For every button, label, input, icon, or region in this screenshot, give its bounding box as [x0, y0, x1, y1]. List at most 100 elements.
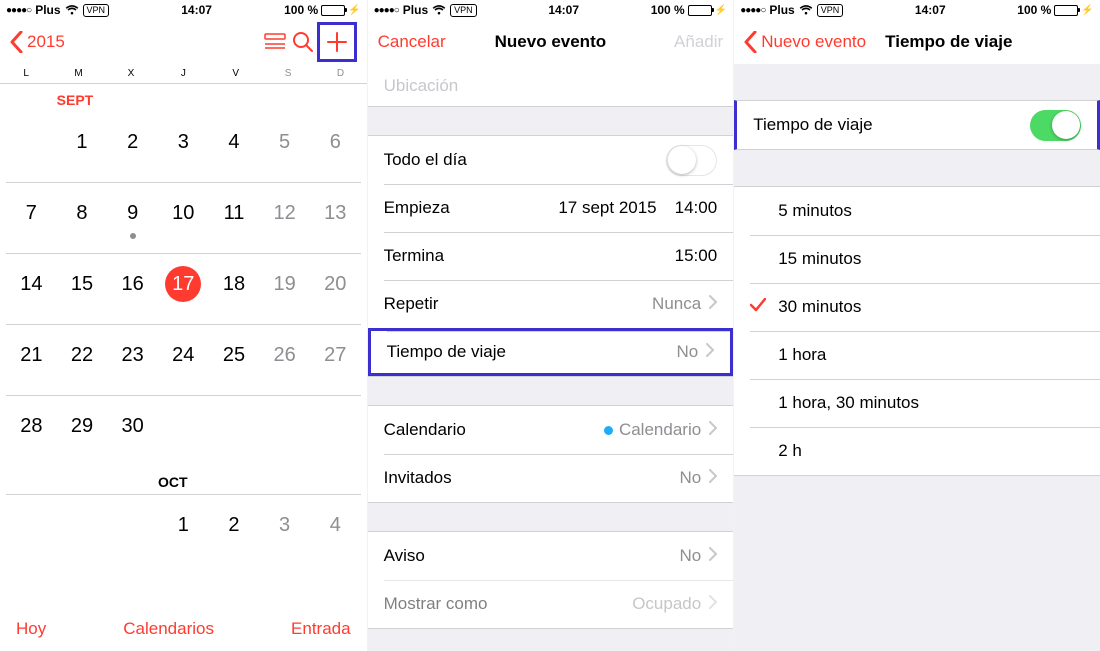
calendar-day[interactable]: 15	[57, 254, 108, 324]
calendar-day[interactable]: 26	[259, 325, 310, 395]
all-day-label: Todo el día	[384, 150, 667, 170]
location-field[interactable]: Ubicación	[368, 64, 734, 107]
travel-option-row[interactable]: 1 hora	[734, 331, 1100, 379]
signal-dots-icon: ●●●●○	[374, 5, 399, 16]
calendar-day[interactable]: 4	[209, 112, 260, 182]
calendar-day[interactable]: 10	[158, 183, 209, 253]
calendar-day[interactable]: 1	[57, 112, 108, 182]
repeat-row[interactable]: Repetir Nunca	[368, 280, 734, 328]
wifi-icon	[432, 5, 446, 15]
signal-dots-icon: ●●●●○	[740, 5, 765, 16]
event-form[interactable]: Ubicación Todo el día Empieza 17 sept 20…	[368, 64, 734, 651]
dow-cell: X	[105, 64, 157, 83]
calendar-day[interactable]: 30	[107, 396, 158, 466]
calendar-day[interactable]: 6	[310, 112, 361, 182]
calendar-day[interactable]: 24	[158, 325, 209, 395]
starts-time: 14:00	[675, 198, 718, 218]
calendar-day[interactable]: 4	[310, 495, 361, 565]
inbox-button[interactable]: Entrada	[291, 619, 351, 639]
bottom-toolbar: Hoy Calendarios Entrada	[0, 607, 367, 651]
alert-label: Aviso	[384, 546, 680, 566]
calendar-day[interactable]: 8	[57, 183, 108, 253]
add-button[interactable]: Añadir	[674, 32, 723, 52]
calendar-day[interactable]: 18	[209, 254, 260, 324]
starts-row[interactable]: Empieza 17 sept 2015 14:00	[368, 184, 734, 232]
calendar-day[interactable]: 12	[259, 183, 310, 253]
view-mode-button[interactable]	[261, 28, 289, 56]
back-year-button[interactable]: 2015	[10, 31, 65, 53]
all-day-row: Todo el día	[368, 136, 734, 184]
calendar-day	[209, 396, 260, 466]
travel-option-label: 15 minutos	[778, 249, 1084, 269]
calendar-scroll[interactable]: SEPT 12345678910111213141516171819202122…	[0, 84, 367, 607]
chevron-right-icon	[709, 294, 717, 314]
calendar-day[interactable]: 7	[6, 183, 57, 253]
wifi-icon	[65, 5, 79, 15]
battery-percent: 100 %	[284, 3, 318, 17]
charging-icon: ⚡	[1081, 5, 1093, 16]
calendar-row[interactable]: Calendario Calendario	[368, 406, 734, 454]
travel-option-label: 1 hora, 30 minutos	[778, 393, 1084, 413]
calendar-screen: ●●●●○ Plus VPN 14:07 100 % ⚡ 2015 LMXJVS…	[0, 0, 367, 651]
show-as-row[interactable]: Mostrar como Ocupado	[368, 580, 734, 628]
back-button[interactable]: Nuevo evento	[744, 31, 866, 53]
calendar-day[interactable]: 2	[209, 495, 260, 565]
calendar-day[interactable]: 21	[6, 325, 57, 395]
travel-option-label: 2 h	[778, 441, 1084, 461]
travel-option-row[interactable]: 2 h	[734, 427, 1100, 475]
calendar-day[interactable]: 23	[107, 325, 158, 395]
calendar-day[interactable]: 11	[209, 183, 260, 253]
add-event-button[interactable]	[317, 22, 357, 62]
calendar-day[interactable]: 19	[259, 254, 310, 324]
chevron-right-icon	[709, 594, 717, 614]
charging-icon: ⚡	[348, 5, 360, 16]
today-button[interactable]: Hoy	[16, 619, 46, 639]
calendar-day[interactable]: 17	[158, 254, 209, 324]
calendars-button[interactable]: Calendarios	[123, 619, 214, 639]
calendar-day[interactable]: 9	[107, 183, 158, 253]
calendar-day[interactable]: 3	[259, 495, 310, 565]
calendar-day[interactable]: 25	[209, 325, 260, 395]
signal-dots-icon: ●●●●○	[6, 5, 31, 16]
calendar-day[interactable]: 1	[158, 495, 209, 565]
month-label-oct: OCT	[158, 466, 209, 494]
calendar-day[interactable]: 16	[107, 254, 158, 324]
travel-option-row[interactable]: 30 minutos	[734, 283, 1100, 331]
dow-cell: J	[157, 64, 209, 83]
travel-time-value: No	[676, 342, 698, 362]
calendar-day[interactable]: 5	[259, 112, 310, 182]
calendar-day[interactable]: 13	[310, 183, 361, 253]
calendar-day[interactable]: 2	[107, 112, 158, 182]
search-button[interactable]	[289, 28, 317, 56]
ends-row[interactable]: Termina 15:00	[368, 232, 734, 280]
dow-cell: L	[0, 64, 52, 83]
calendar-day[interactable]: 20	[310, 254, 361, 324]
show-as-label: Mostrar como	[384, 594, 633, 614]
calendar-day	[310, 396, 361, 466]
calendar-day[interactable]: 29	[57, 396, 108, 466]
calendar-day[interactable]: 27	[310, 325, 361, 395]
all-day-toggle[interactable]	[666, 145, 717, 176]
chevron-right-icon	[709, 420, 717, 440]
travel-toggle[interactable]	[1030, 110, 1081, 141]
chevron-right-icon	[706, 342, 714, 362]
calendar-day[interactable]: 22	[57, 325, 108, 395]
travel-form[interactable]: Tiempo de viaje 5 minutos15 minutos30 mi…	[734, 64, 1100, 651]
travel-option-label: 30 minutos	[778, 297, 1084, 317]
calendar-label: Calendario	[384, 420, 604, 440]
travel-time-row[interactable]: Tiempo de viaje No	[368, 328, 734, 376]
nav-bar: Cancelar Nuevo evento Añadir	[368, 20, 734, 64]
travel-option-row[interactable]: 15 minutos	[734, 235, 1100, 283]
dow-cell: V	[210, 64, 262, 83]
calendar-day[interactable]: 28	[6, 396, 57, 466]
calendar-day[interactable]: 3	[158, 112, 209, 182]
travel-option-row[interactable]: 1 hora, 30 minutos	[734, 379, 1100, 427]
invitees-row[interactable]: Invitados No	[368, 454, 734, 502]
cancel-button[interactable]: Cancelar	[378, 32, 446, 52]
alert-row[interactable]: Aviso No	[368, 532, 734, 580]
battery-percent: 100 %	[1017, 3, 1051, 17]
vpn-badge: VPN	[450, 4, 477, 17]
travel-option-row[interactable]: 5 minutos	[734, 187, 1100, 235]
calendar-day[interactable]: 14	[6, 254, 57, 324]
back-label: Nuevo evento	[761, 32, 866, 52]
